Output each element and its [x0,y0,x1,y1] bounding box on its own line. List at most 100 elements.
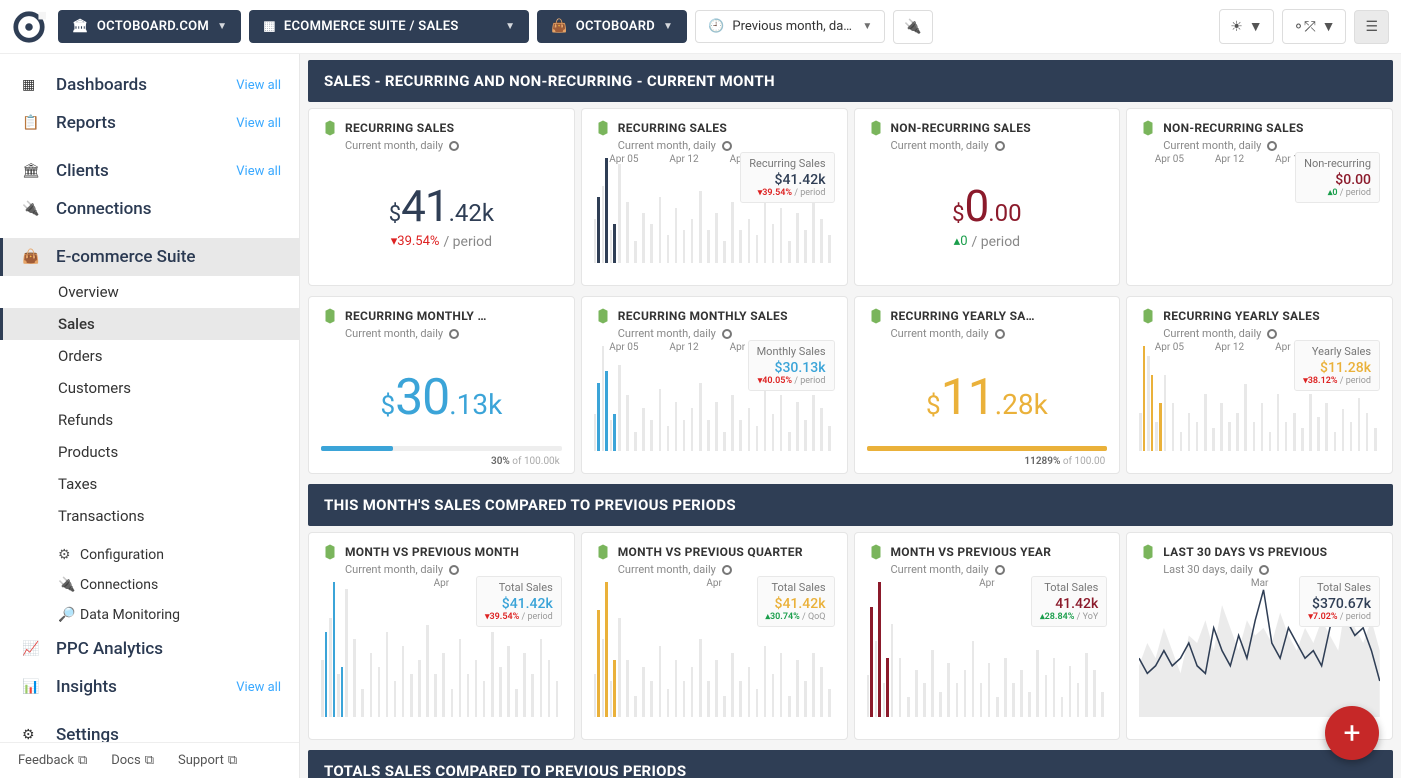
nav-refunds[interactable]: Refunds [0,404,299,436]
nav-ecommerce[interactable]: 👜 E-commerce Suite [0,238,299,276]
nav-products[interactable]: Products [0,436,299,468]
shopify-icon [594,119,612,137]
nav-clients[interactable]: 🏛 Clients View all [0,152,299,190]
chart-overlay: Total Sales 41.42k ▴28.84% / YoY [1031,576,1107,627]
chevron-down-icon: ▼ [505,21,515,32]
cards-row-1: RECURRING SALES Current month, daily $41… [308,108,1393,286]
search-icon: 🔎 [58,607,72,623]
bar-chart: Total Sales $41.42k ▴30.74% / QoQ Apr [594,576,835,731]
viewall-link[interactable]: View all [236,164,281,179]
nav-insights[interactable]: 📊 Insights View all [0,668,299,706]
dashboard-icon: ▦ [263,19,276,34]
chart-overlay: Monthly Sales $30.13k ▾40.05% / period [748,340,835,391]
chart-overlay: Non-recurring $0.00 ▴0 / period [1295,152,1380,203]
suite-dropdown[interactable]: ▦ ECOMMERCE SUITE / SALES ▼ [249,10,529,43]
card-month-vs-prev-quarter[interactable]: MONTH VS PREVIOUS QUARTER Current month,… [581,532,848,740]
nav-sales[interactable]: Sales [0,308,299,340]
bar-chart: Recurring Sales $41.42k ▾39.54% / period… [594,152,835,277]
sun-icon: ☀ [1230,19,1243,35]
nav-overview[interactable]: Overview [0,276,299,308]
bar-chart: Total Sales 41.42k ▴28.84% / YoY Apr [867,576,1108,731]
target-icon [1267,329,1277,339]
viewall-link[interactable]: View all [236,116,281,131]
nav-dashboards[interactable]: ▦ Dashboards View all [0,66,299,104]
target-icon [995,565,1005,575]
card-recurring-monthly-number[interactable]: RECURRING MONTHLY … Current month, daily… [308,296,575,474]
org-dropdown[interactable]: 🏛 OCTOBOARD.COM ▼ [58,10,241,43]
connections-icon: 🔌 [22,201,42,217]
section-header-1: SALES - RECURRING AND NON-RECURRING - CU… [308,60,1393,102]
nav-taxes[interactable]: Taxes [0,468,299,500]
shopify-icon [1139,307,1157,325]
menu-button[interactable]: ☰ [1354,10,1389,44]
target-icon [995,141,1005,151]
shopify-icon [321,543,339,561]
plug-icon: 🔌 [58,577,72,593]
nav-settings[interactable]: ⚙ Settings [0,716,299,742]
nav-data-monitoring[interactable]: 🔎Data Monitoring [0,600,299,630]
plug-button[interactable]: 🔌 [893,10,932,44]
chevron-down-icon: ▼ [1249,18,1263,35]
shopify-icon [321,307,339,325]
building-icon: 🏛 [72,19,89,34]
card-month-vs-prev-month[interactable]: MONTH VS PREVIOUS MONTH Current month, d… [308,532,575,740]
external-icon: ⧉ [228,753,237,768]
viewall-link[interactable]: View all [236,78,281,93]
gear-icon: ⚙ [22,727,42,742]
nav-reports[interactable]: 📋 Reports View all [0,104,299,142]
topbar: 🏛 OCTOBOARD.COM ▼ ▦ ECOMMERCE SUITE / SA… [0,0,1401,54]
nav-customers[interactable]: Customers [0,372,299,404]
theme-dropdown[interactable]: ☀▼ [1219,9,1273,44]
target-icon [449,141,459,151]
target-icon [722,565,732,575]
section-header-3: TOTALS SALES COMPARED TO PREVIOUS PERIOD… [308,750,1393,778]
shopify-icon [867,307,885,325]
target-icon [722,141,732,151]
share-dropdown[interactable]: ⚬⤱▼ [1282,9,1347,44]
target-icon [1259,565,1269,575]
feedback-link[interactable]: Feedback⧉ [18,753,87,768]
nav-orders[interactable]: Orders [0,340,299,372]
share-icon: ⚬⤱ [1293,19,1316,35]
org-label: OCTOBOARD.COM [97,19,209,34]
nav-transactions[interactable]: Transactions [0,500,299,532]
cards-row-3: MONTH VS PREVIOUS MONTH Current month, d… [308,532,1393,740]
nav-ppc[interactable]: 📈 PPC Analytics [0,630,299,668]
external-icon: ⧉ [78,753,87,768]
chart-overlay: Total Sales $41.42k ▴30.74% / QoQ [757,576,835,627]
shopify-icon [867,543,885,561]
card-recurring-monthly-chart[interactable]: RECURRING MONTHLY SALES Current month, d… [581,296,848,474]
card-month-vs-prev-year[interactable]: MONTH VS PREVIOUS YEAR Current month, da… [854,532,1121,740]
nav-connections[interactable]: 🔌 Connections [0,190,299,228]
client-label: OCTOBOARD [576,19,655,34]
target-icon [722,329,732,339]
shopify-icon [594,307,612,325]
card-nonrecurring-sales-number[interactable]: NON-RECURRING SALES Current month, daily… [854,108,1121,286]
sidebar-footer: Feedback⧉ Docs⧉ Support⧉ [0,742,299,778]
period-dropdown[interactable]: 🕘 Previous month, da… ▼ [695,10,885,43]
dashboards-icon: ▦ [22,77,42,93]
docs-link[interactable]: Docs⧉ [111,753,154,768]
client-dropdown[interactable]: 👜 OCTOBOARD ▼ [537,10,687,43]
viewall-link[interactable]: View all [236,680,281,695]
shopify-icon [594,543,612,561]
progress-bar [321,446,562,451]
clients-icon: 🏛 [22,163,42,179]
card-recurring-sales-number[interactable]: RECURRING SALES Current month, daily $41… [308,108,575,286]
support-link[interactable]: Support⧉ [178,753,237,768]
shopify-icon [867,119,885,137]
card-recurring-sales-chart[interactable]: RECURRING SALES Current month, daily Rec… [581,108,848,286]
card-recurring-yearly-number[interactable]: RECURRING YEARLY SA… Current month, dail… [854,296,1121,474]
chevron-down-icon: ▼ [217,21,227,32]
card-nonrecurring-sales-chart[interactable]: NON-RECURRING SALES Current month, daily… [1126,108,1393,286]
add-fab[interactable]: + [1325,706,1379,760]
target-icon [449,329,459,339]
nav-configuration[interactable]: ⚙Configuration [0,540,299,570]
nav-connections-sub[interactable]: 🔌Connections [0,570,299,600]
ppc-icon: 📈 [22,641,42,657]
gear-icon: ⚙ [58,547,72,563]
card-recurring-yearly-chart[interactable]: RECURRING YEARLY SALES Current month, da… [1126,296,1393,474]
external-icon: ⧉ [145,753,154,768]
plus-icon: + [1343,716,1360,751]
plug-icon: 🔌 [904,19,921,35]
